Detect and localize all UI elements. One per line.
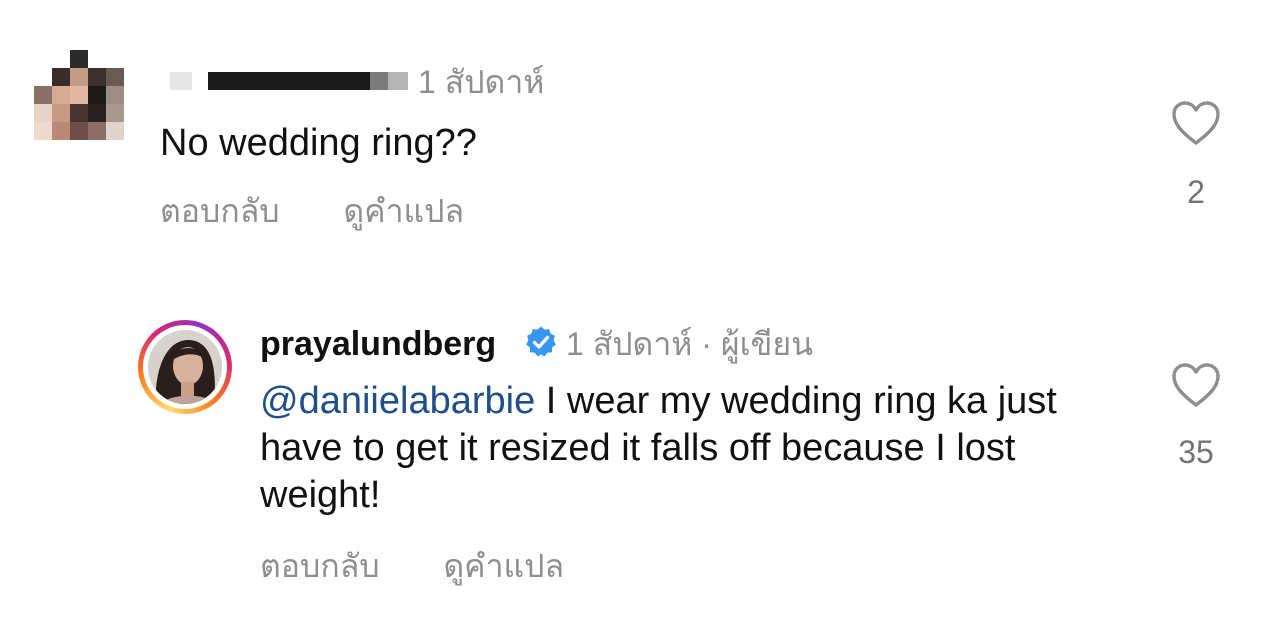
- redaction-block: [388, 72, 408, 90]
- translate-button[interactable]: ดูคำแปล: [343, 193, 464, 229]
- author-avatar-story-ring[interactable]: [138, 320, 232, 414]
- redaction-block: [170, 72, 192, 90]
- heart-outline-icon[interactable]: [1171, 362, 1221, 408]
- verified-badge-icon: [526, 326, 556, 357]
- avatar-pixel: [34, 104, 52, 122]
- author-username[interactable]: prayalundberg: [260, 322, 496, 366]
- avatar-pixel: [70, 104, 88, 122]
- avatar-pixel: [34, 122, 52, 140]
- redaction-block: [370, 72, 388, 90]
- mention-link[interactable]: @daniielabarbie: [260, 380, 535, 422]
- avatar-pixel: [106, 104, 124, 122]
- avatar-pixel: [52, 68, 70, 86]
- translate-button[interactable]: ดูคำแปล: [443, 548, 564, 584]
- avatar-pixel: [52, 86, 70, 104]
- avatar-pixel: [52, 122, 70, 140]
- reply-button[interactable]: ตอบกลับ: [260, 548, 380, 584]
- avatar-ring-gap: [143, 325, 227, 409]
- comment-timestamp: 1 สัปดาห์: [418, 64, 545, 100]
- avatar-pixel: [106, 122, 124, 140]
- avatar-pixel: [70, 68, 88, 86]
- avatar-pixel: [88, 68, 106, 86]
- reply-actions: ตอบกลับ ดูคำแปล: [260, 545, 564, 587]
- author-badge: ผู้เขียน: [720, 326, 813, 362]
- avatar-pixel: [70, 86, 88, 104]
- reply-meta: 1 สัปดาห์ · ผู้เขียน: [566, 322, 813, 366]
- like-count: 2: [1187, 174, 1205, 210]
- avatar-pixel: [106, 86, 124, 104]
- reply-button[interactable]: ตอบกลับ: [160, 193, 280, 229]
- redaction-block: [348, 72, 370, 90]
- avatar-pixel: [70, 50, 88, 68]
- avatar-pixel: [70, 122, 88, 140]
- avatar-pixel: [88, 86, 106, 104]
- avatar: [148, 330, 222, 404]
- redaction-block: [208, 72, 356, 90]
- meta-separator: ·: [701, 326, 712, 362]
- avatar-pixel: [88, 104, 106, 122]
- like-count: 35: [1178, 434, 1214, 470]
- avatar-pixel: [34, 86, 52, 104]
- commenter-avatar-pixelated[interactable]: [30, 50, 130, 150]
- reply-text: @daniielabarbie I wear my wedding ring k…: [260, 378, 1140, 519]
- heart-outline-icon[interactable]: [1171, 100, 1221, 146]
- reply-timestamp: 1 สัปดาห์: [566, 326, 693, 362]
- comment-actions: ตอบกลับ ดูคำแปล: [160, 190, 464, 232]
- profile-photo-icon: [148, 330, 222, 404]
- avatar-pixel: [88, 122, 106, 140]
- avatar-pixel: [106, 68, 124, 86]
- avatar-pixel: [52, 104, 70, 122]
- comment-text: No wedding ring??: [160, 122, 477, 164]
